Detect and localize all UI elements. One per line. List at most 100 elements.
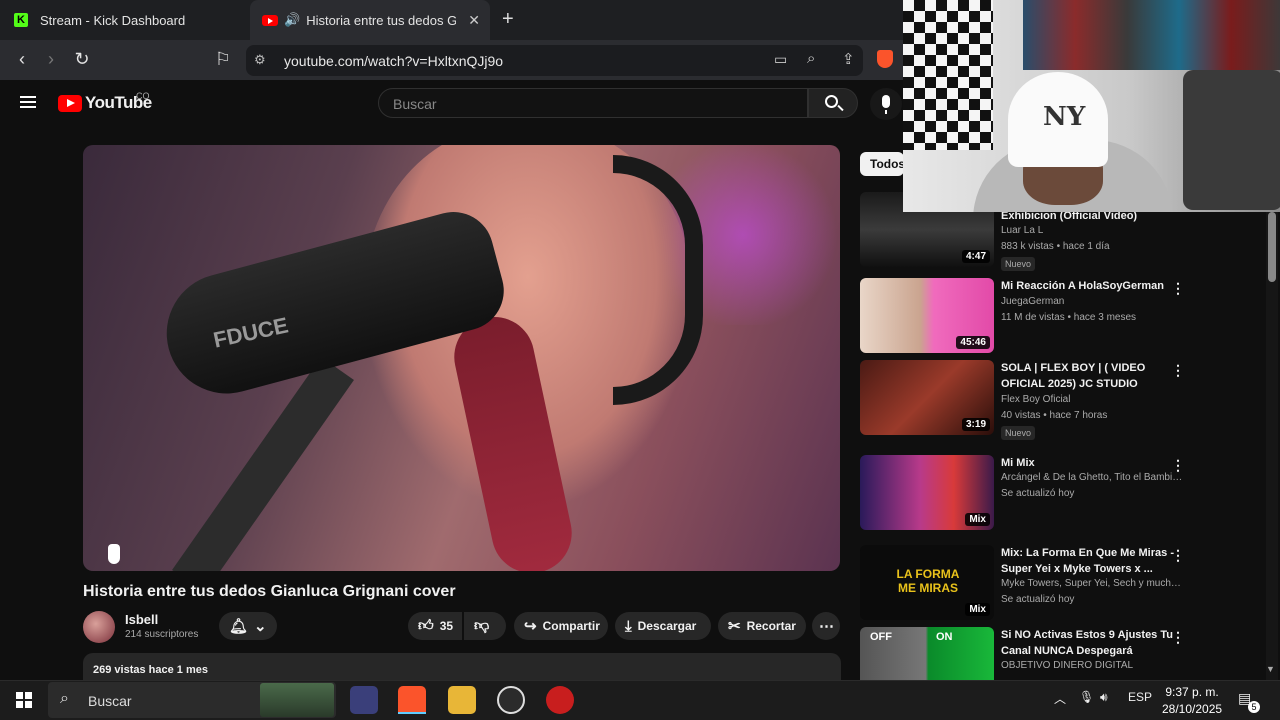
tab-youtube-video[interactable]: 🔊 Historia entre tus dedos Gian ✕ bbox=[250, 0, 490, 40]
clock-time: 9:37 p. m. bbox=[1165, 685, 1219, 699]
more-vertical-icon[interactable]: ⋮ bbox=[1171, 629, 1185, 646]
thumbnail-text: LA FORMA ME MIRAS bbox=[896, 567, 960, 595]
more-vertical-icon[interactable]: ⋮ bbox=[1171, 280, 1185, 297]
site-settings-icon[interactable]: ⚙ bbox=[254, 52, 266, 68]
video-frame-mic-arm bbox=[172, 357, 354, 571]
volume-icon[interactable]: 🔊︎ bbox=[1100, 690, 1108, 705]
scrollbar-thumb[interactable] bbox=[1268, 212, 1276, 282]
voicemeeter-app-icon[interactable] bbox=[350, 686, 378, 714]
thumbs-up-icon: 👍︎ bbox=[418, 617, 434, 634]
item-channel[interactable]: JuegaGerman bbox=[1001, 296, 1186, 307]
voice-search-button[interactable] bbox=[870, 88, 902, 120]
duration-badge: 45:46 bbox=[956, 336, 990, 349]
thumbnail-text: OFF bbox=[870, 631, 892, 643]
zoom-icon[interactable]: ⌕ bbox=[807, 50, 815, 67]
search-highlight-image bbox=[260, 683, 334, 717]
new-badge: Nuevo bbox=[1001, 426, 1036, 440]
item-title[interactable]: SOLA | FLEX BOY | ( VIDEO OFICIAL 2025) … bbox=[1001, 360, 1186, 392]
video-thumbnail[interactable]: OFF ON bbox=[860, 627, 994, 680]
video-thumbnail[interactable]: 3:19 bbox=[860, 360, 994, 435]
video-thumbnail[interactable]: LA FORMA ME MIRAS Mix bbox=[860, 545, 994, 620]
kick-icon: K bbox=[14, 13, 28, 27]
download-button[interactable]: ⤓ Descargar bbox=[615, 612, 711, 640]
dislike-button[interactable]: 👎︎ bbox=[464, 612, 506, 640]
item-channel[interactable]: Flex Boy Oficial bbox=[1001, 394, 1186, 405]
list-item[interactable]: 45:46 Mi Reacción A HolaSoyGerman JuegaG… bbox=[860, 278, 1200, 353]
language-indicator[interactable]: ESP bbox=[1128, 690, 1152, 704]
microphone-icon bbox=[882, 95, 890, 108]
back-icon[interactable]: ‹ bbox=[11, 49, 33, 70]
bell-icon: 🔔︎ bbox=[229, 618, 249, 635]
file-explorer-icon[interactable] bbox=[448, 686, 476, 714]
tab-kick-dashboard[interactable]: K Stream - Kick Dashboard bbox=[0, 0, 248, 40]
item-channel[interactable]: Arcángel & De la Ghetto, Tito el Bambino… bbox=[1001, 472, 1186, 483]
microphone-tray-icon[interactable]: 🎙︎ bbox=[1079, 690, 1094, 704]
streaming-app-icon[interactable] bbox=[546, 686, 574, 714]
webcam-checker-wall bbox=[903, 0, 993, 150]
scrollbar-track[interactable] bbox=[1266, 212, 1278, 680]
thumbnail-text: ON bbox=[936, 631, 953, 643]
search-button[interactable] bbox=[808, 88, 858, 118]
like-button[interactable]: 👍︎ 35 bbox=[408, 612, 462, 640]
thumbs-down-icon: 👎︎ bbox=[474, 617, 490, 634]
mix-badge: Mix bbox=[965, 513, 990, 526]
video-title: Historia entre tus dedos Gianluca Grigna… bbox=[83, 583, 456, 600]
youtube-logo-icon[interactable] bbox=[58, 95, 82, 112]
list-item[interactable]: LA FORMA ME MIRAS Mix Mix: La Forma En Q… bbox=[860, 545, 1200, 620]
download-icon: ⤓ bbox=[625, 617, 632, 635]
list-item[interactable]: 3:19 SOLA | FLEX BOY | ( VIDEO OFICIAL 2… bbox=[860, 360, 1200, 440]
more-vertical-icon[interactable]: ⋮ bbox=[1171, 457, 1185, 474]
item-title[interactable]: Mi Reacción A HolaSoyGerman bbox=[1001, 278, 1186, 294]
subscriber-count: 214 suscriptores bbox=[125, 629, 199, 640]
cast-icon[interactable]: ▭ bbox=[774, 51, 787, 68]
item-title[interactable]: Mix: La Forma En Que Me Miras - Super Ye… bbox=[1001, 545, 1186, 577]
search-input[interactable]: Buscar bbox=[378, 88, 808, 118]
download-label: Descargar bbox=[637, 619, 697, 633]
url-text[interactable]: youtube.com/watch?v=HxltxnQJj9o bbox=[284, 53, 503, 69]
more-vertical-icon[interactable]: ⋮ bbox=[1171, 547, 1185, 564]
menu-icon[interactable] bbox=[20, 96, 36, 108]
item-channel[interactable]: OBJETIVO DINERO DIGITAL bbox=[1001, 660, 1186, 671]
channel-name[interactable]: Isbell bbox=[125, 612, 158, 627]
webcam-chair bbox=[1183, 70, 1280, 210]
share-button[interactable]: ↪ Compartir bbox=[514, 612, 608, 640]
chevron-up-icon[interactable]: ︿ bbox=[1054, 690, 1066, 707]
item-channel[interactable]: Myke Towers, Super Yei, Sech y muchos ..… bbox=[1001, 578, 1186, 589]
notification-bell-button[interactable]: 🔔︎ ⌄ bbox=[219, 612, 277, 640]
ny-logo-icon: NY bbox=[1043, 102, 1086, 132]
filter-chip-all[interactable]: Todos bbox=[860, 152, 905, 176]
tab-label: Stream - Kick Dashboard bbox=[40, 12, 186, 28]
item-title[interactable]: Mi Mix bbox=[1001, 455, 1186, 471]
system-clock[interactable]: 9:37 p. m. 28/10/2025 bbox=[1162, 684, 1222, 718]
video-thumbnail[interactable]: Mix bbox=[860, 455, 994, 530]
share-icon[interactable]: ⇪ bbox=[842, 50, 855, 68]
brave-app-icon[interactable] bbox=[398, 686, 426, 714]
tab-label: Historia entre tus dedos Gian bbox=[306, 12, 457, 28]
list-item[interactable]: Mix Mi Mix Arcángel & De la Ghetto, Tito… bbox=[860, 455, 1200, 530]
video-player[interactable]: FDUCE bbox=[83, 145, 840, 571]
more-actions-button[interactable]: ⋯ bbox=[812, 612, 840, 640]
item-meta: 11 M de vistas • hace 3 meses bbox=[1001, 312, 1137, 323]
windows-start-icon[interactable] bbox=[16, 692, 32, 708]
scroll-down-icon[interactable]: ▼ bbox=[1266, 664, 1275, 674]
speaker-icon[interactable]: 🔊 bbox=[284, 12, 300, 28]
clip-button[interactable]: ✂ Recortar bbox=[718, 612, 806, 640]
brave-shield-icon[interactable] bbox=[877, 50, 893, 68]
reload-icon[interactable]: ↻ bbox=[71, 49, 93, 70]
search-icon: ⌕ bbox=[60, 690, 69, 707]
video-thumbnail[interactable]: 45:46 bbox=[860, 278, 994, 353]
youtube-icon bbox=[262, 14, 278, 26]
item-title[interactable]: Si NO Activas Estos 9 Ajustes Tu Canal N… bbox=[1001, 627, 1186, 659]
avatar[interactable] bbox=[83, 611, 115, 643]
new-tab-icon[interactable]: + bbox=[502, 8, 514, 31]
webcam-background bbox=[1023, 0, 1280, 70]
item-channel[interactable]: Luar La L bbox=[1001, 225, 1186, 236]
bookmark-icon[interactable]: ⚐ bbox=[212, 49, 234, 70]
new-badge: Nuevo bbox=[1001, 257, 1036, 271]
like-count: 35 bbox=[439, 619, 454, 633]
more-vertical-icon[interactable]: ⋮ bbox=[1171, 362, 1185, 379]
list-item[interactable]: OFF ON Si NO Activas Estos 9 Ajustes Tu … bbox=[860, 627, 1200, 680]
obs-app-icon[interactable] bbox=[497, 686, 525, 714]
close-icon[interactable]: ✕ bbox=[468, 12, 480, 29]
forward-icon[interactable]: › bbox=[40, 49, 62, 70]
